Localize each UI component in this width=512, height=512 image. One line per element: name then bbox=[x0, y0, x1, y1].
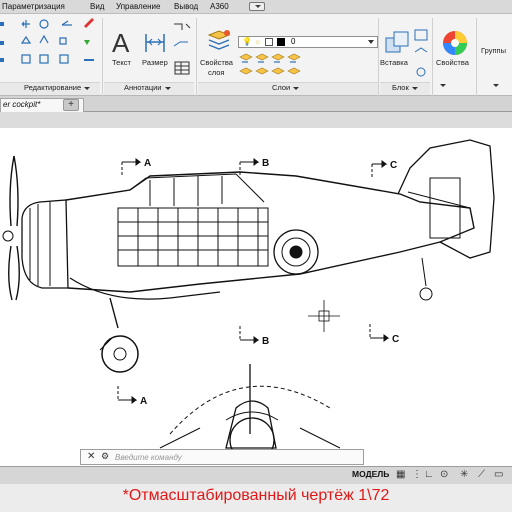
section-label-b-bottom: B bbox=[262, 336, 269, 347]
dynamic-ucs-icon[interactable]: ▭ bbox=[494, 469, 503, 480]
new-tab-plus-icon[interactable]: + bbox=[63, 99, 79, 111]
layer-properties-label-2: слоя bbox=[208, 68, 225, 77]
layer-tool-icons[interactable] bbox=[238, 52, 316, 78]
color-wheel-icon[interactable] bbox=[442, 30, 468, 56]
menu-item-parametrization[interactable]: Параметризация bbox=[2, 2, 65, 11]
section-label-a-bottom: A bbox=[140, 396, 147, 407]
menu-item-output[interactable]: Вывод bbox=[174, 2, 198, 11]
section-label-c-bottom: C bbox=[392, 334, 399, 345]
layer-properties-icon[interactable] bbox=[206, 28, 232, 54]
text-tool-label: Текст bbox=[112, 58, 131, 67]
osnap-icon[interactable]: ✳ bbox=[460, 469, 468, 480]
color-swatch-icon bbox=[277, 38, 285, 46]
properties-label: Свойства bbox=[436, 58, 469, 67]
grid-icon[interactable]: ▦ bbox=[396, 469, 405, 480]
caption: *Отмасштабированный чертёж 1\72 bbox=[0, 484, 512, 512]
layer-name: 0 bbox=[291, 37, 296, 46]
file-tab-label: er cockpit* bbox=[3, 100, 41, 109]
ortho-icon[interactable]: ∟ bbox=[424, 469, 434, 480]
dimension-tool-label: Размер bbox=[142, 58, 168, 67]
aircraft-drawing: A B C A B C bbox=[2, 139, 495, 463]
section-label-a-top: A bbox=[144, 158, 151, 169]
polar-icon[interactable]: ⊙ bbox=[440, 469, 448, 480]
insert-block-icon[interactable] bbox=[384, 28, 412, 56]
insert-block-label: Вставка bbox=[380, 58, 408, 67]
section-label-c-top: C bbox=[390, 160, 397, 171]
menu-item-view[interactable]: Вид bbox=[90, 2, 104, 11]
section-label-b-top: B bbox=[262, 158, 269, 169]
drawing-sheet: A B C A B C bbox=[0, 128, 512, 468]
layer-properties-label-1: Свойства bbox=[200, 58, 233, 67]
lock-icon bbox=[265, 38, 273, 46]
ribbon: Редактирование A Текст Размер Аннотации … bbox=[0, 14, 512, 96]
dimension-tool-icon[interactable] bbox=[144, 32, 166, 56]
menu-item-manage[interactable]: Управление bbox=[116, 2, 160, 11]
model-tab[interactable]: МОДЕЛЬ bbox=[352, 469, 389, 479]
menu-item-a360[interactable]: A360 bbox=[210, 2, 229, 11]
layers-panel-title[interactable]: Слои bbox=[272, 83, 300, 95]
lightbulb-icon: 💡 bbox=[242, 37, 252, 46]
isodraft-icon[interactable]: ⟋ bbox=[478, 469, 485, 480]
edit-panel-title[interactable]: Редактирование bbox=[24, 83, 91, 95]
command-input[interactable]: Введите команду bbox=[115, 453, 182, 462]
status-bar: МОДЕЛЬ ▦ ⋮ ∟ ⊙ ✳ ⟋ ▭ bbox=[0, 466, 512, 484]
sun-icon: ☼ bbox=[254, 37, 262, 46]
block-small-icons[interactable] bbox=[412, 28, 432, 82]
block-panel-title[interactable]: Блок bbox=[392, 83, 418, 95]
groups-label[interactable]: Группы bbox=[481, 46, 506, 55]
text-tool-icon[interactable]: A bbox=[112, 30, 129, 56]
chevron-down-icon bbox=[368, 40, 374, 44]
menu-dropdown-button[interactable] bbox=[249, 2, 265, 11]
menu-bar: Параметризация Вид Управление Вывод A360 bbox=[0, 0, 512, 14]
edit-tools-icon-grid[interactable] bbox=[0, 16, 104, 78]
snap-icon[interactable]: ⋮ bbox=[412, 469, 422, 480]
groups-dropdown-icon[interactable] bbox=[493, 84, 499, 87]
annotation-small-icons[interactable] bbox=[172, 20, 194, 80]
file-tab-bar: er cockpit* ✕ + bbox=[0, 96, 512, 112]
wrench-icon[interactable]: ⚙ bbox=[101, 451, 109, 462]
layer-dropdown[interactable]: 💡 ☼ 0 bbox=[238, 36, 378, 48]
annotation-panel-title[interactable]: Аннотации bbox=[124, 83, 171, 95]
drawing-area[interactable]: A B C A B C bbox=[0, 112, 512, 468]
command-line[interactable]: ✕ ⚙ Введите команду bbox=[80, 449, 364, 465]
properties-dropdown-icon[interactable] bbox=[440, 84, 446, 87]
close-icon[interactable]: ✕ bbox=[87, 451, 95, 462]
